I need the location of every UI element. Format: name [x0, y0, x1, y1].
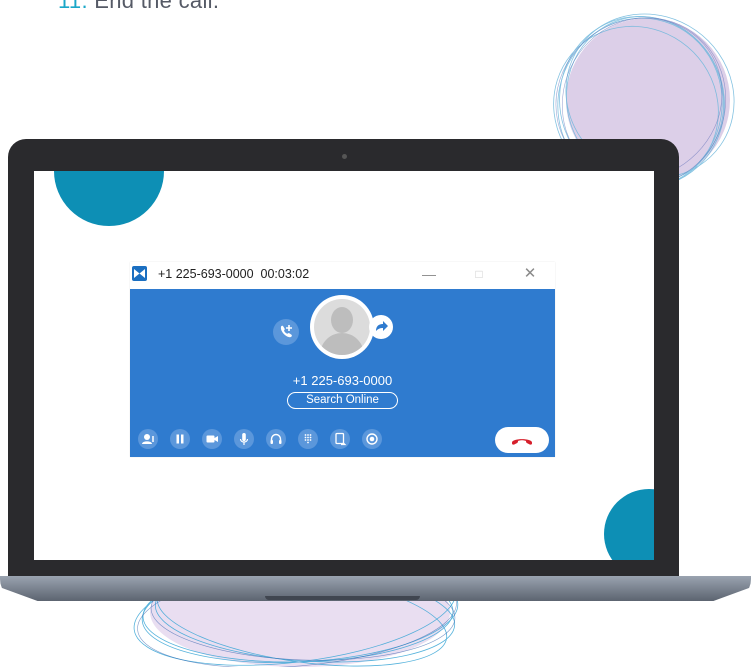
audio-device-button[interactable] — [266, 429, 286, 449]
forward-call-button[interactable] — [369, 315, 393, 339]
minimize-button[interactable]: — — [416, 264, 442, 284]
screen-decor-circle-top — [54, 171, 164, 226]
pause-icon — [176, 434, 184, 444]
contact-button[interactable] — [138, 429, 158, 449]
avatar-placeholder-icon — [314, 299, 370, 355]
close-button[interactable]: ✕ — [517, 264, 543, 284]
step-text: End the call. — [94, 0, 220, 13]
video-camera-icon — [206, 435, 218, 443]
headset-icon — [270, 433, 282, 444]
video-button[interactable] — [202, 429, 222, 449]
transfer-button[interactable] — [330, 429, 350, 449]
contact-card-icon — [142, 434, 154, 444]
screen-bezel-bottom — [8, 560, 679, 577]
dialpad-button[interactable] — [298, 429, 318, 449]
laptop-camera — [342, 154, 347, 159]
caller-avatar — [310, 295, 374, 359]
phone-hangup-icon — [512, 439, 532, 445]
app-logo-icon — [132, 266, 147, 281]
mute-button[interactable] — [234, 429, 254, 449]
record-button[interactable] — [362, 429, 382, 449]
search-online-button[interactable]: Search Online — [287, 392, 398, 409]
transfer-phone-icon — [335, 432, 347, 446]
hangup-button[interactable] — [495, 427, 549, 453]
call-title: +1 225-693-0000 00:03:02 — [158, 267, 309, 281]
caller-number: +1 225-693-0000 — [292, 373, 393, 388]
screen-decor-circle-bottom — [604, 489, 654, 560]
step-caption: 11. End the call. — [58, 0, 219, 14]
call-window: +1 225-693-0000 00:03:02 — □ ✕ +1 225-69… — [130, 262, 555, 457]
forward-arrow-icon — [376, 321, 388, 331]
step-number: 11. — [58, 0, 88, 13]
call-titlebar: +1 225-693-0000 00:03:02 — □ ✕ — [130, 262, 555, 288]
title-phone-number: +1 225-693-0000 — [158, 267, 254, 281]
add-call-button[interactable] — [273, 319, 299, 345]
laptop-opening-notch — [265, 596, 420, 600]
microphone-icon — [239, 433, 249, 445]
add-call-icon — [280, 325, 292, 338]
record-icon — [366, 433, 378, 445]
hold-button[interactable] — [170, 429, 190, 449]
call-duration: 00:03:02 — [260, 267, 310, 281]
dialpad-icon — [304, 434, 312, 444]
maximize-button[interactable]: □ — [466, 264, 492, 284]
call-panel: +1 225-693-0000 Search Online — [130, 289, 555, 457]
